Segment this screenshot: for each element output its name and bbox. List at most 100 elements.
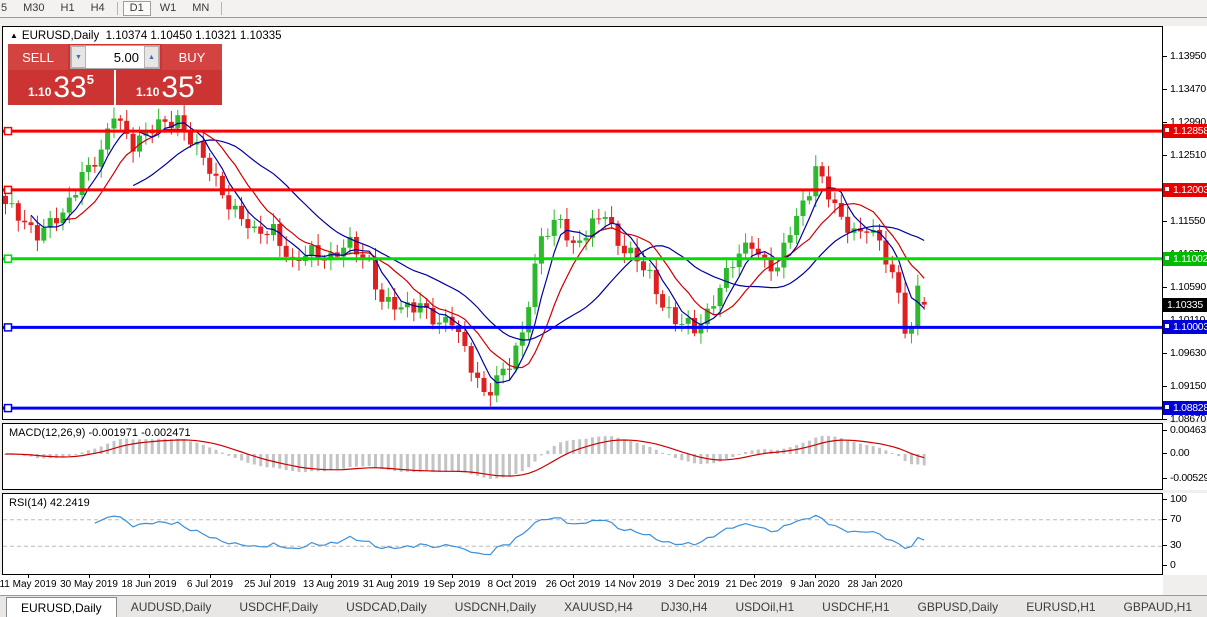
macd-axis[interactable]: 0.00463 0.00 -0.005299	[1163, 423, 1207, 490]
rsi-value: 42.2419	[50, 497, 90, 509]
volume-input[interactable]: 5.00	[86, 50, 144, 65]
chart-tab-usdchf-daily[interactable]: USDCHF,Daily	[225, 596, 332, 617]
macd-value-signal: -0.002471	[141, 427, 191, 439]
toolbar-separator	[117, 2, 118, 15]
price-level-tag[interactable]: 1.12858	[1163, 124, 1207, 138]
buy-price-big: 35	[161, 73, 194, 103]
date-tick-mark	[815, 575, 816, 578]
chart-tab-xauusd-h4[interactable]: XAUUSD,H4	[550, 596, 647, 617]
chart-tab-usdoil-h1[interactable]: USDOil,H1	[721, 596, 808, 617]
price-tick-label: 1.12510	[1170, 149, 1206, 161]
date-tick-mark	[512, 575, 513, 578]
rsi-tick-mark	[1163, 499, 1167, 500]
rsi-tick-label: 0	[1170, 559, 1176, 571]
chart-tab-bar: EURUSD,DailyAUDUSD,DailyUSDCHF,DailyUSDC…	[0, 595, 1207, 617]
rsi-label: RSI(14) 42.2419	[9, 497, 90, 509]
timeframe-button-m30[interactable]: M30	[16, 1, 51, 16]
macd-label: MACD(12,26,9) -0.001971 -0.002471	[9, 427, 191, 439]
collapse-triangle-icon[interactable]: ▲	[10, 31, 18, 40]
macd-panel[interactable]: MACD(12,26,9) -0.001971 -0.002471	[2, 423, 1163, 490]
sell-price-button[interactable]: 1.10 33 5	[8, 70, 116, 105]
price-tick-label: 1.09630	[1170, 347, 1206, 359]
sell-price-sup: 5	[87, 72, 94, 87]
price-level-tag[interactable]: 1.08828	[1163, 401, 1207, 415]
rsi-tick-mark	[1163, 565, 1167, 566]
rsi-tick-mark	[1163, 545, 1167, 546]
timeframe-button-h4[interactable]: H4	[84, 1, 112, 16]
volume-spinner: ▼ 5.00 ▲	[70, 45, 160, 69]
price-tick-label: 1.10590	[1170, 281, 1206, 293]
date-tick-mark	[89, 575, 90, 578]
timeframe-button-d1[interactable]: D1	[123, 1, 151, 16]
timeframe-button-h1[interactable]: H1	[54, 1, 82, 16]
macd-tick-label: 0.00463	[1170, 424, 1206, 436]
line-handle-icon[interactable]	[1164, 323, 1170, 329]
line-handle-icon[interactable]	[1164, 127, 1170, 133]
price-level-tag[interactable]: 1.11002	[1163, 252, 1207, 266]
rsi-tick-label: 70	[1170, 513, 1181, 525]
chart-tab-eurusd-h1[interactable]: EURUSD,H1	[1012, 596, 1109, 617]
sell-price-big: 33	[53, 73, 86, 103]
macd-tick-label: -0.005299	[1170, 472, 1207, 484]
macd-tick-mark	[1163, 478, 1167, 479]
date-tick-mark	[875, 575, 876, 578]
date-tick-mark	[573, 575, 574, 578]
date-axis[interactable]: 11 May 201930 May 201918 Jun 20196 Jul 2…	[0, 575, 1163, 595]
chart-tab-audusd-daily[interactable]: AUDUSD,Daily	[117, 596, 226, 617]
date-tick-mark	[452, 575, 453, 578]
date-tick-mark	[210, 575, 211, 578]
rsi-tick-label: 30	[1170, 539, 1181, 551]
buy-price-prefix: 1.10	[136, 85, 159, 99]
rsi-tick-label: 100	[1170, 493, 1187, 505]
price-tick-mark	[1163, 56, 1167, 57]
macd-tick-label: 0.00	[1170, 447, 1189, 459]
price-level-tag[interactable]: 1.12003	[1163, 183, 1207, 197]
chart-ohlc-values: 1.10374 1.10450 1.10321 1.10335	[106, 30, 282, 42]
chart-tab-dj30-h4[interactable]: DJ30,H4	[647, 596, 722, 617]
price-tick-mark	[1163, 89, 1167, 90]
price-tick-mark	[1163, 155, 1167, 156]
timeframe-button-w1[interactable]: W1	[153, 1, 184, 16]
price-tick-mark	[1163, 353, 1167, 354]
price-tick-label: 1.11550	[1170, 215, 1205, 227]
price-level-tag[interactable]: 1.10335	[1163, 298, 1207, 312]
date-tick-mark	[270, 575, 271, 578]
timeframe-button-mn[interactable]: MN	[185, 1, 216, 16]
buy-price-button[interactable]: 1.10 35 3	[116, 70, 222, 105]
line-handle-icon[interactable]	[1164, 404, 1170, 410]
price-tick-label: 1.13470	[1170, 83, 1206, 95]
macd-tick-mark	[1163, 430, 1167, 431]
volume-decrease-button[interactable]: ▼	[71, 46, 86, 68]
rsi-panel[interactable]: RSI(14) 42.2419	[2, 493, 1163, 575]
date-tick-mark	[633, 575, 634, 578]
chart-tab-usdcad-daily[interactable]: USDCAD,Daily	[332, 596, 441, 617]
sell-price-prefix: 1.10	[28, 85, 51, 99]
price-axis[interactable]: 1.139501.134701.129901.125101.120301.115…	[1163, 26, 1207, 420]
date-label: 28 Jan 2020	[833, 579, 917, 590]
rsi-chart	[3, 494, 1162, 574]
price-tick-mark	[1163, 287, 1167, 288]
macd-value-main: -0.001971	[88, 427, 138, 439]
date-tick-mark	[754, 575, 755, 578]
price-tick-label: 1.13950	[1170, 50, 1206, 62]
rsi-tick-mark	[1163, 519, 1167, 520]
chart-tab-gbpaud-h1[interactable]: GBPAUD,H1	[1110, 596, 1206, 617]
chart-tab-usdcnh-daily[interactable]: USDCNH,Daily	[441, 596, 550, 617]
buy-price-sup: 3	[195, 72, 202, 87]
price-tick-mark	[1163, 221, 1167, 222]
sell-button[interactable]: SELL	[8, 44, 68, 70]
line-handle-icon[interactable]	[1164, 186, 1170, 192]
chart-tab-eurusd-daily[interactable]: EURUSD,Daily	[6, 597, 117, 617]
toolbar-separator	[221, 2, 222, 15]
timeframe-button-5[interactable]: 5	[0, 1, 14, 16]
line-handle-icon[interactable]	[1164, 255, 1170, 261]
buy-button[interactable]: BUY	[162, 44, 222, 70]
price-level-tag[interactable]: 1.10003	[1163, 320, 1207, 334]
chart-symbol: EURUSD,Daily	[22, 30, 99, 42]
price-tick-mark	[1163, 122, 1167, 123]
chart-tab-usdchf-h1[interactable]: USDCHF,H1	[808, 596, 903, 617]
price-tick-mark	[1163, 419, 1167, 420]
volume-increase-button[interactable]: ▲	[144, 46, 159, 68]
rsi-axis[interactable]: 100 70 30 0	[1163, 493, 1207, 575]
chart-tab-gbpusd-daily[interactable]: GBPUSD,Daily	[904, 596, 1013, 617]
